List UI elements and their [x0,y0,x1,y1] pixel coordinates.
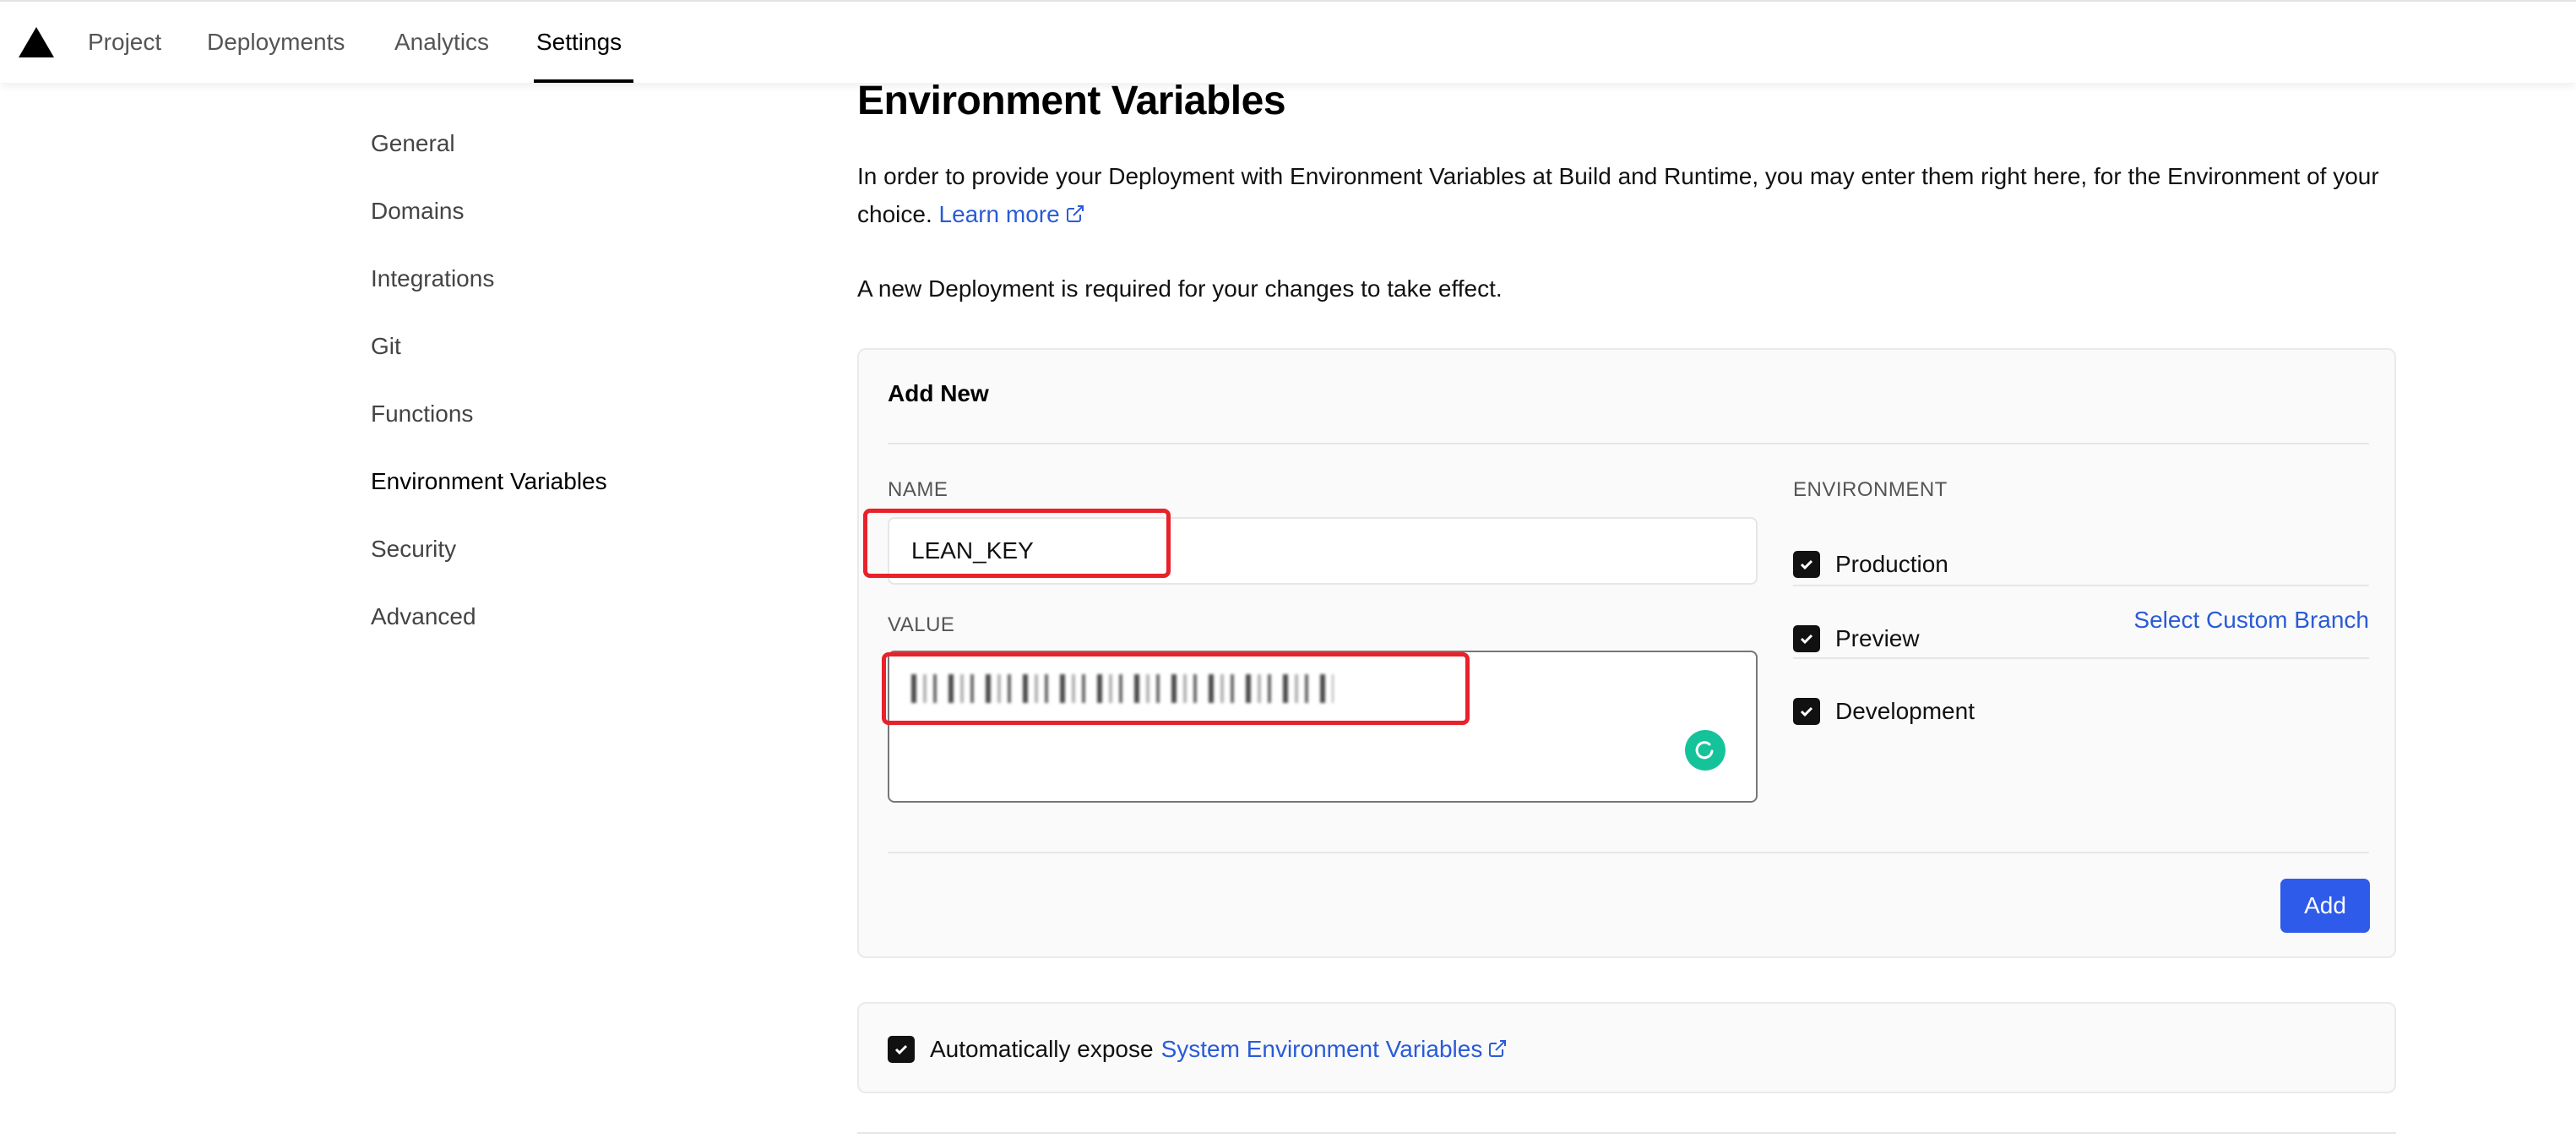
check-icon [894,1044,908,1055]
divider [1793,657,2369,659]
development-checkbox[interactable] [1793,698,1820,725]
preview-checkbox[interactable] [1793,625,1820,652]
value-textarea[interactable] [888,651,1758,803]
top-navigation: Project Deployments Analytics Settings [0,0,2576,83]
tab-project[interactable]: Project [88,27,161,57]
grammarly-spinner-icon [1695,741,1714,760]
sidebar-item-environment-variables[interactable]: Environment Variables [371,466,607,497]
learn-more-label: Learn more [938,201,1060,227]
production-label: Production [1835,551,1948,577]
sidebar-item-git[interactable]: Git [371,331,401,362]
sidebar-item-integrations[interactable]: Integrations [371,264,494,294]
divider [888,443,2369,444]
expose-row: Automatically expose System Environment … [888,1032,1508,1066]
system-env-vars-link[interactable]: System Environment Variables [1161,1036,1508,1063]
select-custom-branch-link[interactable]: Select Custom Branch [2092,605,2369,635]
env-preview[interactable]: Preview [1793,622,1920,656]
sidebar-item-functions[interactable]: Functions [371,399,473,429]
production-checkbox[interactable] [1793,551,1820,578]
redeploy-notice: A new Deployment is required for your ch… [857,275,1503,302]
divider [1793,585,2369,586]
intro-paragraph: In order to provide your Deployment with… [857,157,2411,233]
intro-text: In order to provide your Deployment with… [857,163,2379,227]
env-development[interactable]: Development [1793,695,1975,728]
vercel-logo-icon[interactable] [19,27,54,57]
env-production[interactable]: Production [1793,547,1948,581]
environment-label: ENVIRONMENT [1793,478,1948,501]
grammarly-icon[interactable] [1685,730,1725,771]
value-label: VALUE [888,613,955,636]
page-title: Environment Variables [857,79,1286,123]
learn-more-link[interactable]: Learn more [939,201,1085,227]
name-input[interactable] [888,517,1758,585]
add-button[interactable]: Add [2280,879,2370,933]
sidebar-item-domains[interactable]: Domains [371,196,464,226]
expose-text: Automatically expose [930,1036,1154,1062]
tab-deployments[interactable]: Deployments [207,27,345,57]
development-label: Development [1835,698,1975,724]
active-tab-indicator [534,79,633,83]
name-label: NAME [888,478,948,501]
check-icon [1800,706,1813,717]
expose-system-env-panel: Automatically expose System Environment … [857,1002,2396,1093]
external-link-icon [1489,1040,1507,1057]
tab-settings[interactable]: Settings [536,27,622,57]
check-icon [1800,559,1813,570]
add-new-title: Add New [888,380,989,406]
sidebar-item-security[interactable]: Security [371,534,456,564]
divider [888,852,2369,853]
external-link-icon [1066,205,1084,222]
sidebar-item-general[interactable]: General [371,128,455,159]
check-icon [1800,634,1813,645]
tab-analytics[interactable]: Analytics [394,27,489,57]
redacted-value [911,674,1334,703]
divider [857,1132,2396,1134]
system-env-vars-label: System Environment Variables [1160,1036,1483,1062]
preview-label: Preview [1835,625,1920,651]
sidebar-item-advanced[interactable]: Advanced [371,602,476,632]
add-new-panel: Add New NAME VALUE ENVIRONMENT Productio… [857,348,2396,958]
expose-checkbox[interactable] [888,1036,915,1063]
